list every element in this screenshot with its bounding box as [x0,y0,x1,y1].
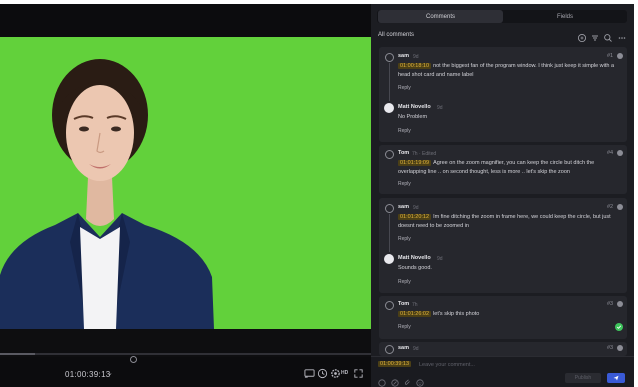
emoji-icon[interactable] [416,374,424,387]
comment-meta: 9d [413,204,419,211]
comment-composer: 01:00:39:13 Publish [371,356,634,387]
thread-line [389,214,390,252]
comment-timecode[interactable]: 01:00:18:10 [398,63,432,69]
avatar [385,204,394,213]
reply-author: Matt Novello [398,104,431,110]
avatar [385,301,394,310]
filter-icon[interactable] [590,30,600,41]
comment-timecode[interactable]: 01:01:26:02 [398,311,432,317]
player-controls: 01:00:39:13 ⌄ HD [0,366,371,387]
pin-icon[interactable] [378,374,386,387]
video-viewer: 01:00:39:13 ⌄ HD [0,4,371,387]
search-icon[interactable] [603,30,613,42]
comments-panel: Comments Fields All comments sam 9d #1 0… [371,4,634,387]
reply-meta: 9d [437,104,443,111]
comment-meta: 9d [413,345,419,352]
send-icon [613,375,619,381]
composer-timecode[interactable]: 01:00:39:13 [378,361,412,367]
more-icon[interactable] [617,150,623,156]
more-icon[interactable] [617,204,623,210]
comment-marker[interactable] [130,356,137,363]
comment-author: sam [398,204,410,210]
comment-input[interactable] [419,360,569,369]
letterbox-top [0,4,371,37]
send-button[interactable] [607,373,625,383]
comment-author: Tom [398,150,410,156]
comment-meta: 7h · Edited [412,150,437,157]
avatar [385,53,394,62]
cast-icon[interactable] [304,368,315,379]
more-icon[interactable] [617,53,623,59]
fullscreen-icon[interactable] [353,368,364,379]
timeline-progress [0,353,35,355]
comment-meta: 7h [412,301,418,308]
timecode-display[interactable]: 01:00:39:13 [65,370,111,379]
tab-comments[interactable]: Comments [378,10,503,23]
avatar [385,150,394,159]
comment-card[interactable]: Tom 7h · Edited #4 01:01:19:09 Agree on t… [379,145,627,194]
attach-icon[interactable] [404,374,412,385]
more-icon[interactable] [617,345,623,351]
quality-badge: HD [341,370,349,376]
comment-number: #3 [607,301,614,307]
comment-body: 01:00:18:10 not the biggest fan of the pr… [398,63,615,78]
comment-card[interactable]: sam 9d #1 01:00:18:10 not the biggest fan… [379,47,627,142]
presenter-image [0,59,214,329]
reply-button[interactable]: Reply [398,85,411,91]
comment-card[interactable]: sam 9d #3 [379,342,627,356]
comment-timecode[interactable]: 01:01:20:12 [398,214,432,220]
timeline-scrubber[interactable] [0,353,371,355]
avatar [384,103,394,113]
video-frame[interactable] [0,37,371,329]
check-icon[interactable] [615,323,623,331]
reply-meta: 9d [437,255,443,262]
comment-filter[interactable]: All comments [378,32,414,38]
draw-icon[interactable] [391,374,399,387]
chevron-down-icon[interactable]: ⌄ [107,369,113,377]
comment-body: 01:01:20:12 Im fine ditching the zoom in … [398,214,611,229]
settings-icon[interactable] [577,30,587,43]
comment-author: sam [398,345,410,351]
reply-body: No Problem [398,114,428,120]
avatar [385,345,394,354]
comment-body: 01:01:26:02 let's skip this photo [398,311,480,317]
tab-fields[interactable]: Fields [503,10,627,23]
comment-number: #3 [607,345,614,351]
comment-author: sam [398,53,410,59]
comment-body: 01:01:19:09 Agree on the zoom magnifier, … [398,160,595,175]
comment-card[interactable]: Tom 7h #3 01:01:26:02 let's skip this pho… [379,296,627,339]
reply-button[interactable]: Reply [398,324,411,330]
more-icon[interactable] [617,30,627,40]
comment-number: #1 [607,53,614,59]
comment-number: #4 [607,150,614,156]
reply-button[interactable]: Reply [398,181,411,187]
comment-meta: 9d [413,53,419,60]
reply-button[interactable]: Reply [398,279,411,285]
comment-number: #2 [607,204,614,210]
thread-line [389,63,390,101]
reply-button[interactable]: Reply [398,236,411,242]
filter-row: All comments [371,30,634,43]
comment-author: Tom [398,301,410,307]
comment-timecode[interactable]: 01:01:19:09 [398,160,432,166]
publish-button[interactable]: Publish [565,373,601,383]
clock-icon[interactable] [317,368,328,379]
avatar [384,254,394,264]
reply-button[interactable]: Reply [398,128,411,134]
settings-hd-icon[interactable] [330,368,341,379]
reply-author: Matt Novello [398,255,431,261]
panel-tabs: Comments Fields [377,10,627,23]
comment-card[interactable]: sam 9d #2 01:01:20:12 Im fine ditching th… [379,198,627,293]
more-icon[interactable] [617,301,623,307]
reply-body: Sounds good. [398,265,432,271]
